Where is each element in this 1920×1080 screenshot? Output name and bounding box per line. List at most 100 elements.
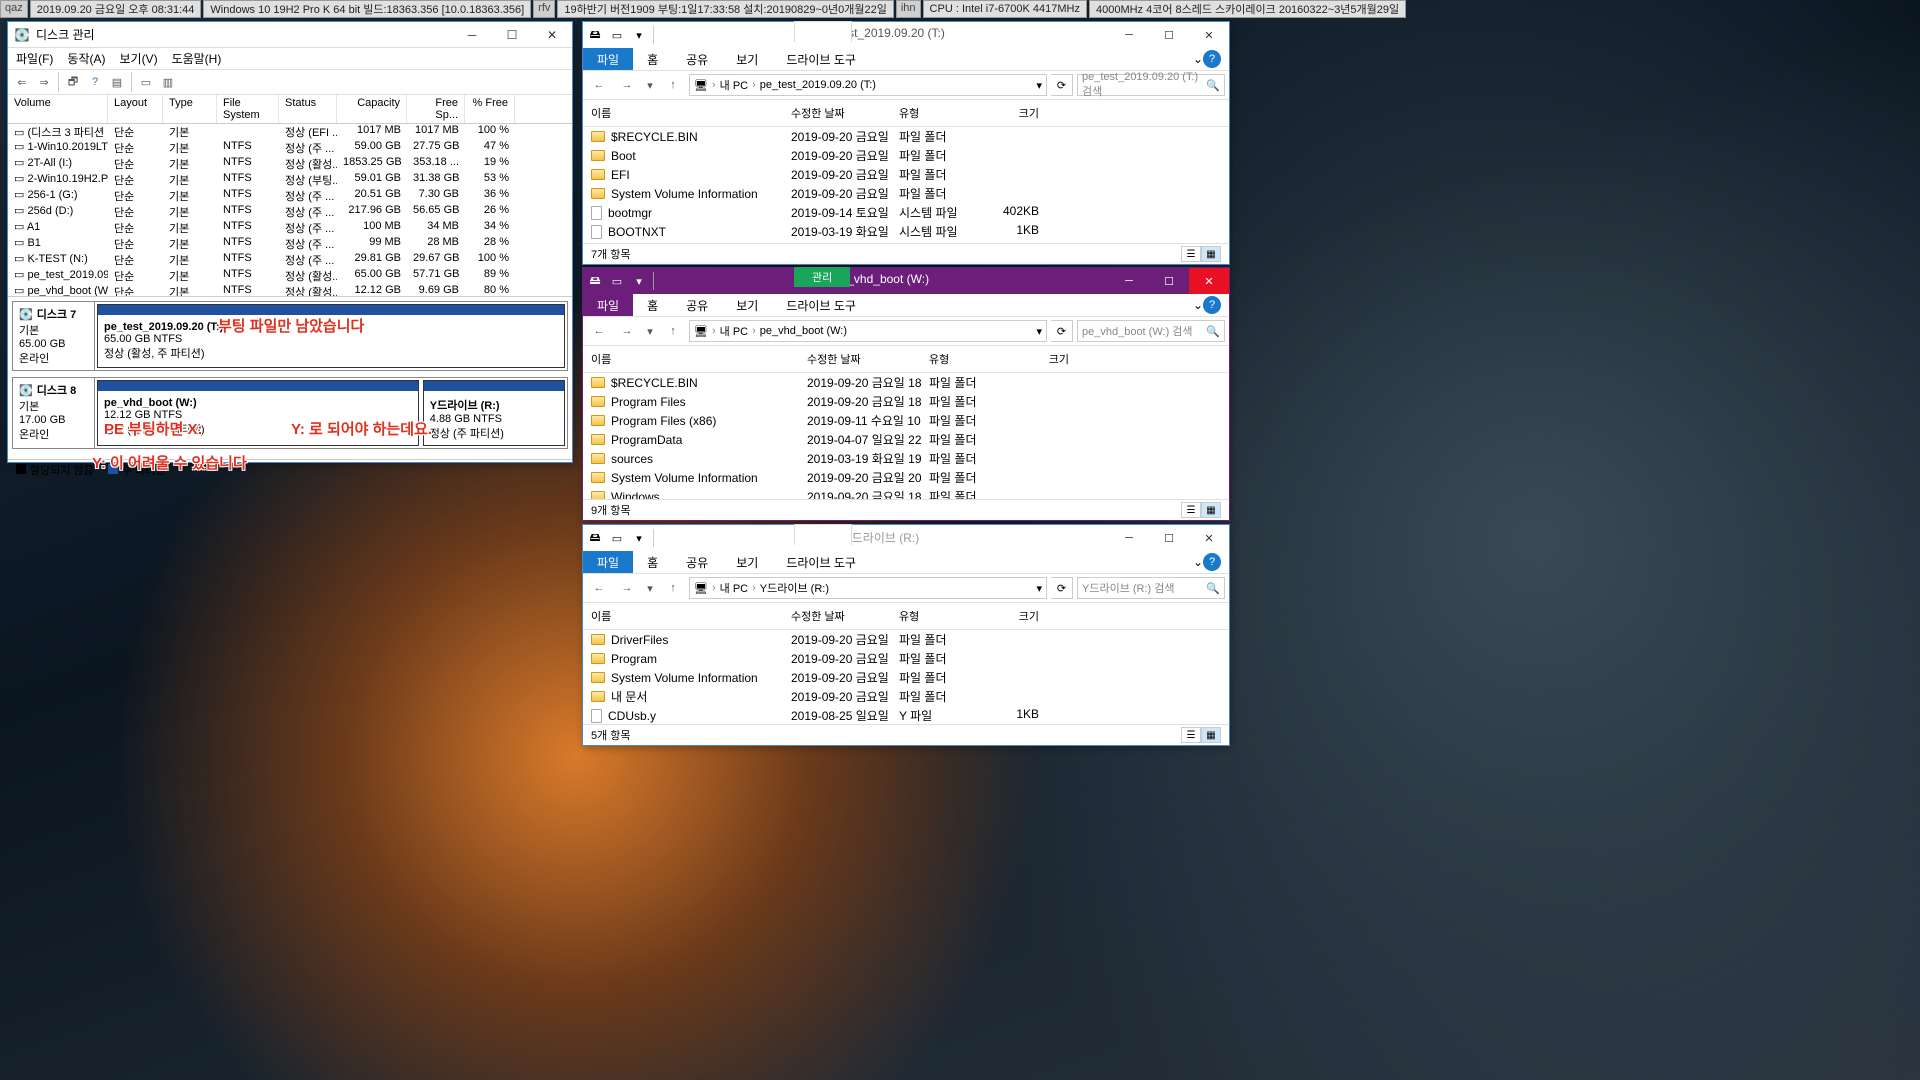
- list-item[interactable]: Program Files2019-09-20 금요일 18:53파일 폴더: [583, 392, 1229, 411]
- tab-share[interactable]: 공유: [672, 48, 722, 70]
- list-item[interactable]: EFI2019-09-20 금요일 1...파일 폴더: [583, 165, 1229, 184]
- list-item[interactable]: CDUsb.y2019-08-25 일요일 0...Y 파일1KB: [583, 706, 1229, 724]
- tab-drive-tools[interactable]: 드라이브 도구: [772, 48, 870, 70]
- disk-8-row[interactable]: 💽디스크 8 기본 17.00 GB 온라인 pe_vhd_boot (W:) …: [12, 377, 568, 449]
- titlebar[interactable]: 💽 디스크 관리 ─ ☐ ✕: [8, 22, 572, 48]
- list-item[interactable]: System Volume Information2019-09-20 금요일 …: [583, 184, 1229, 203]
- list-item[interactable]: bootmgr2019-09-14 토요일 0...시스템 파일402KB: [583, 203, 1229, 222]
- dropdown-icon[interactable]: ▾: [1036, 582, 1042, 595]
- forward-button[interactable]: →: [615, 73, 639, 97]
- explorer-window-r[interactable]: 🖴 ▭ ▾ 관리 Y드라이브 (R:) ─ ☐ ✕ 파일 홈 공유 보기 드라이…: [582, 524, 1230, 746]
- list-item[interactable]: BOOTNXT2019-03-19 화요일 1...시스템 파일1KB: [583, 222, 1229, 241]
- close-button[interactable]: ✕: [1189, 525, 1229, 551]
- refresh-icon[interactable]: 🗗: [63, 72, 83, 92]
- col-capacity[interactable]: Capacity: [337, 95, 407, 123]
- up-button[interactable]: ↑: [661, 73, 685, 97]
- table-row[interactable]: ▭ pe_vhd_boot (W:)단순기본NTFS정상 (활성...12.12…: [8, 284, 572, 296]
- col-size[interactable]: 크기: [977, 606, 1047, 626]
- breadcrumb[interactable]: 🖥› 내 PC› Y드라이브 (R:) ▾: [689, 577, 1047, 599]
- table-row[interactable]: ▭ 256-1 (G:)단순기본NTFS정상 (주 ...20.51 GB7.3…: [8, 188, 572, 204]
- dropdown-icon[interactable]: ▾: [1036, 79, 1042, 92]
- file-list[interactable]: $RECYCLE.BIN2019-09-20 금요일 18:57파일 폴더Pro…: [583, 373, 1229, 499]
- tab-file[interactable]: 파일: [583, 294, 633, 316]
- list-item[interactable]: Windows2019-09-20 금요일 18:57파일 폴더: [583, 487, 1229, 499]
- details-view-button[interactable]: ☰: [1181, 502, 1201, 518]
- disk-7-partition[interactable]: pe_test_2019.09.20 (T:) 65.00 GB NTFS 정상…: [97, 304, 565, 368]
- help-icon[interactable]: ?: [1203, 553, 1221, 571]
- table-row[interactable]: ▭ B1단순기본NTFS정상 (주 ...99 MB28 MB28 %: [8, 236, 572, 252]
- col-layout[interactable]: Layout: [108, 95, 163, 123]
- forward-button[interactable]: →: [615, 319, 639, 343]
- tab-file[interactable]: 파일: [583, 48, 633, 70]
- table-row[interactable]: ▭ A1단순기본NTFS정상 (주 ...100 MB34 MB34 %: [8, 220, 572, 236]
- list-item[interactable]: Program Files (x86)2019-09-11 수요일 10:10파…: [583, 411, 1229, 430]
- table-row[interactable]: ▭ (디스크 3 파티션 1)단순기본정상 (EFI ...1017 MB101…: [8, 124, 572, 140]
- list-item[interactable]: Boot2019-09-20 금요일 1...파일 폴더: [583, 146, 1229, 165]
- column-headers[interactable]: 이름 수정한 날짜 유형 크기: [583, 603, 1229, 630]
- history-button[interactable]: ▾: [643, 319, 657, 343]
- col-date[interactable]: 수정한 날짜: [783, 103, 891, 123]
- list-item[interactable]: ProgramData2019-04-07 일요일 22:10파일 폴더: [583, 430, 1229, 449]
- back-icon[interactable]: ⇐: [12, 72, 32, 92]
- back-button[interactable]: ←: [587, 73, 611, 97]
- qat-chevron-icon[interactable]: ▾: [631, 530, 647, 546]
- maximize-button[interactable]: ☐: [1149, 22, 1189, 48]
- explorer-window-t[interactable]: 🖴 ▭ ▾ 관리 pe_test_2019.09.20 (T:) ─ ☐ ✕ 파…: [582, 21, 1230, 265]
- disk-management-window[interactable]: 💽 디스크 관리 ─ ☐ ✕ 파일(F) 동작(A) 보기(V) 도움말(H) …: [7, 21, 573, 463]
- back-button[interactable]: ←: [587, 576, 611, 600]
- expand-ribbon-icon[interactable]: ⌄: [1193, 298, 1203, 312]
- col-name[interactable]: 이름: [583, 103, 783, 123]
- manage-tab[interactable]: 관리: [794, 21, 852, 42]
- col-type[interactable]: 유형: [891, 606, 977, 626]
- search-input[interactable]: pe_test_2019.09.20 (T:) 검색🔍: [1077, 74, 1225, 96]
- qat-chevron-icon[interactable]: ▾: [631, 273, 647, 289]
- expand-ribbon-icon[interactable]: ⌄: [1193, 555, 1203, 569]
- details-view-button[interactable]: ☰: [1181, 727, 1201, 743]
- list-item[interactable]: DriverFiles2019-09-20 금요일 2...파일 폴더: [583, 630, 1229, 649]
- table-header[interactable]: Volume Layout Type File System Status Ca…: [8, 95, 572, 124]
- menu-help[interactable]: 도움말(H): [172, 50, 222, 67]
- tab-home[interactable]: 홈: [633, 294, 672, 316]
- help-icon[interactable]: ?: [1203, 296, 1221, 314]
- minimize-button[interactable]: ─: [1109, 22, 1149, 48]
- grid-icon[interactable]: ▥: [158, 72, 178, 92]
- table-row[interactable]: ▭ 256d (D:)단순기본NTFS정상 (주 ...217.96 GB56.…: [8, 204, 572, 220]
- list-item[interactable]: $RECYCLE.BIN2019-09-20 금요일 18:57파일 폴더: [583, 373, 1229, 392]
- tab-drive-tools[interactable]: 드라이브 도구: [772, 551, 870, 573]
- col-free[interactable]: Free Sp...: [407, 95, 465, 123]
- back-button[interactable]: ←: [587, 319, 611, 343]
- col-volume[interactable]: Volume: [8, 95, 108, 123]
- list-item[interactable]: Program2019-09-20 금요일 2...파일 폴더: [583, 649, 1229, 668]
- column-headers[interactable]: 이름 수정한 날짜 유형 크기: [583, 346, 1229, 373]
- menu-view[interactable]: 보기(V): [119, 50, 157, 67]
- tab-view[interactable]: 보기: [722, 551, 772, 573]
- minimize-button[interactable]: ─: [1109, 268, 1149, 294]
- menu-file[interactable]: 파일(F): [16, 50, 53, 67]
- table-body[interactable]: ▭ (디스크 3 파티션 1)단순기본정상 (EFI ...1017 MB101…: [8, 124, 572, 296]
- col-type[interactable]: 유형: [921, 349, 1007, 369]
- col-type[interactable]: Type: [163, 95, 217, 123]
- tab-share[interactable]: 공유: [672, 551, 722, 573]
- up-button[interactable]: ↑: [661, 576, 685, 600]
- list-item[interactable]: $RECYCLE.BIN2019-09-20 금요일 1...파일 폴더: [583, 127, 1229, 146]
- tab-view[interactable]: 보기: [722, 294, 772, 316]
- explorer-window-w[interactable]: 🖴 ▭ ▾ 관리 pe_vhd_boot (W:) ─ ☐ ✕ 파일 홈 공유 …: [582, 267, 1230, 521]
- table-row[interactable]: ▭ K-TEST (N:)단순기본NTFS정상 (주 ...29.81 GB29…: [8, 252, 572, 268]
- breadcrumb[interactable]: 🖥› 내 PC› pe_test_2019.09.20 (T:) ▾: [689, 74, 1047, 96]
- props-icon[interactable]: ▤: [107, 72, 127, 92]
- menu-action[interactable]: 동작(A): [67, 50, 105, 67]
- col-date[interactable]: 수정한 날짜: [799, 349, 921, 369]
- minimize-button[interactable]: ─: [452, 22, 492, 48]
- table-row[interactable]: ▭ 2T-All (I:)단순기본NTFS정상 (활성...1853.25 GB…: [8, 156, 572, 172]
- list-item[interactable]: sources2019-03-19 화요일 19:08파일 폴더: [583, 449, 1229, 468]
- refresh-button[interactable]: ⟳: [1051, 320, 1073, 342]
- list-item[interactable]: 내 문서2019-09-20 금요일 2...파일 폴더: [583, 687, 1229, 706]
- tab-home[interactable]: 홈: [633, 551, 672, 573]
- refresh-button[interactable]: ⟳: [1051, 74, 1073, 96]
- col-filesystem[interactable]: File System: [217, 95, 279, 123]
- table-row[interactable]: ▭ pe_test_2019.09.2...단순기본NTFS정상 (활성...6…: [8, 268, 572, 284]
- col-size[interactable]: 크기: [1007, 349, 1077, 369]
- table-row[interactable]: ▭ 1-Win10.2019LTS...단순기본NTFS정상 (주 ...59.…: [8, 140, 572, 156]
- icons-view-button[interactable]: ▦: [1201, 727, 1221, 743]
- tab-view[interactable]: 보기: [722, 48, 772, 70]
